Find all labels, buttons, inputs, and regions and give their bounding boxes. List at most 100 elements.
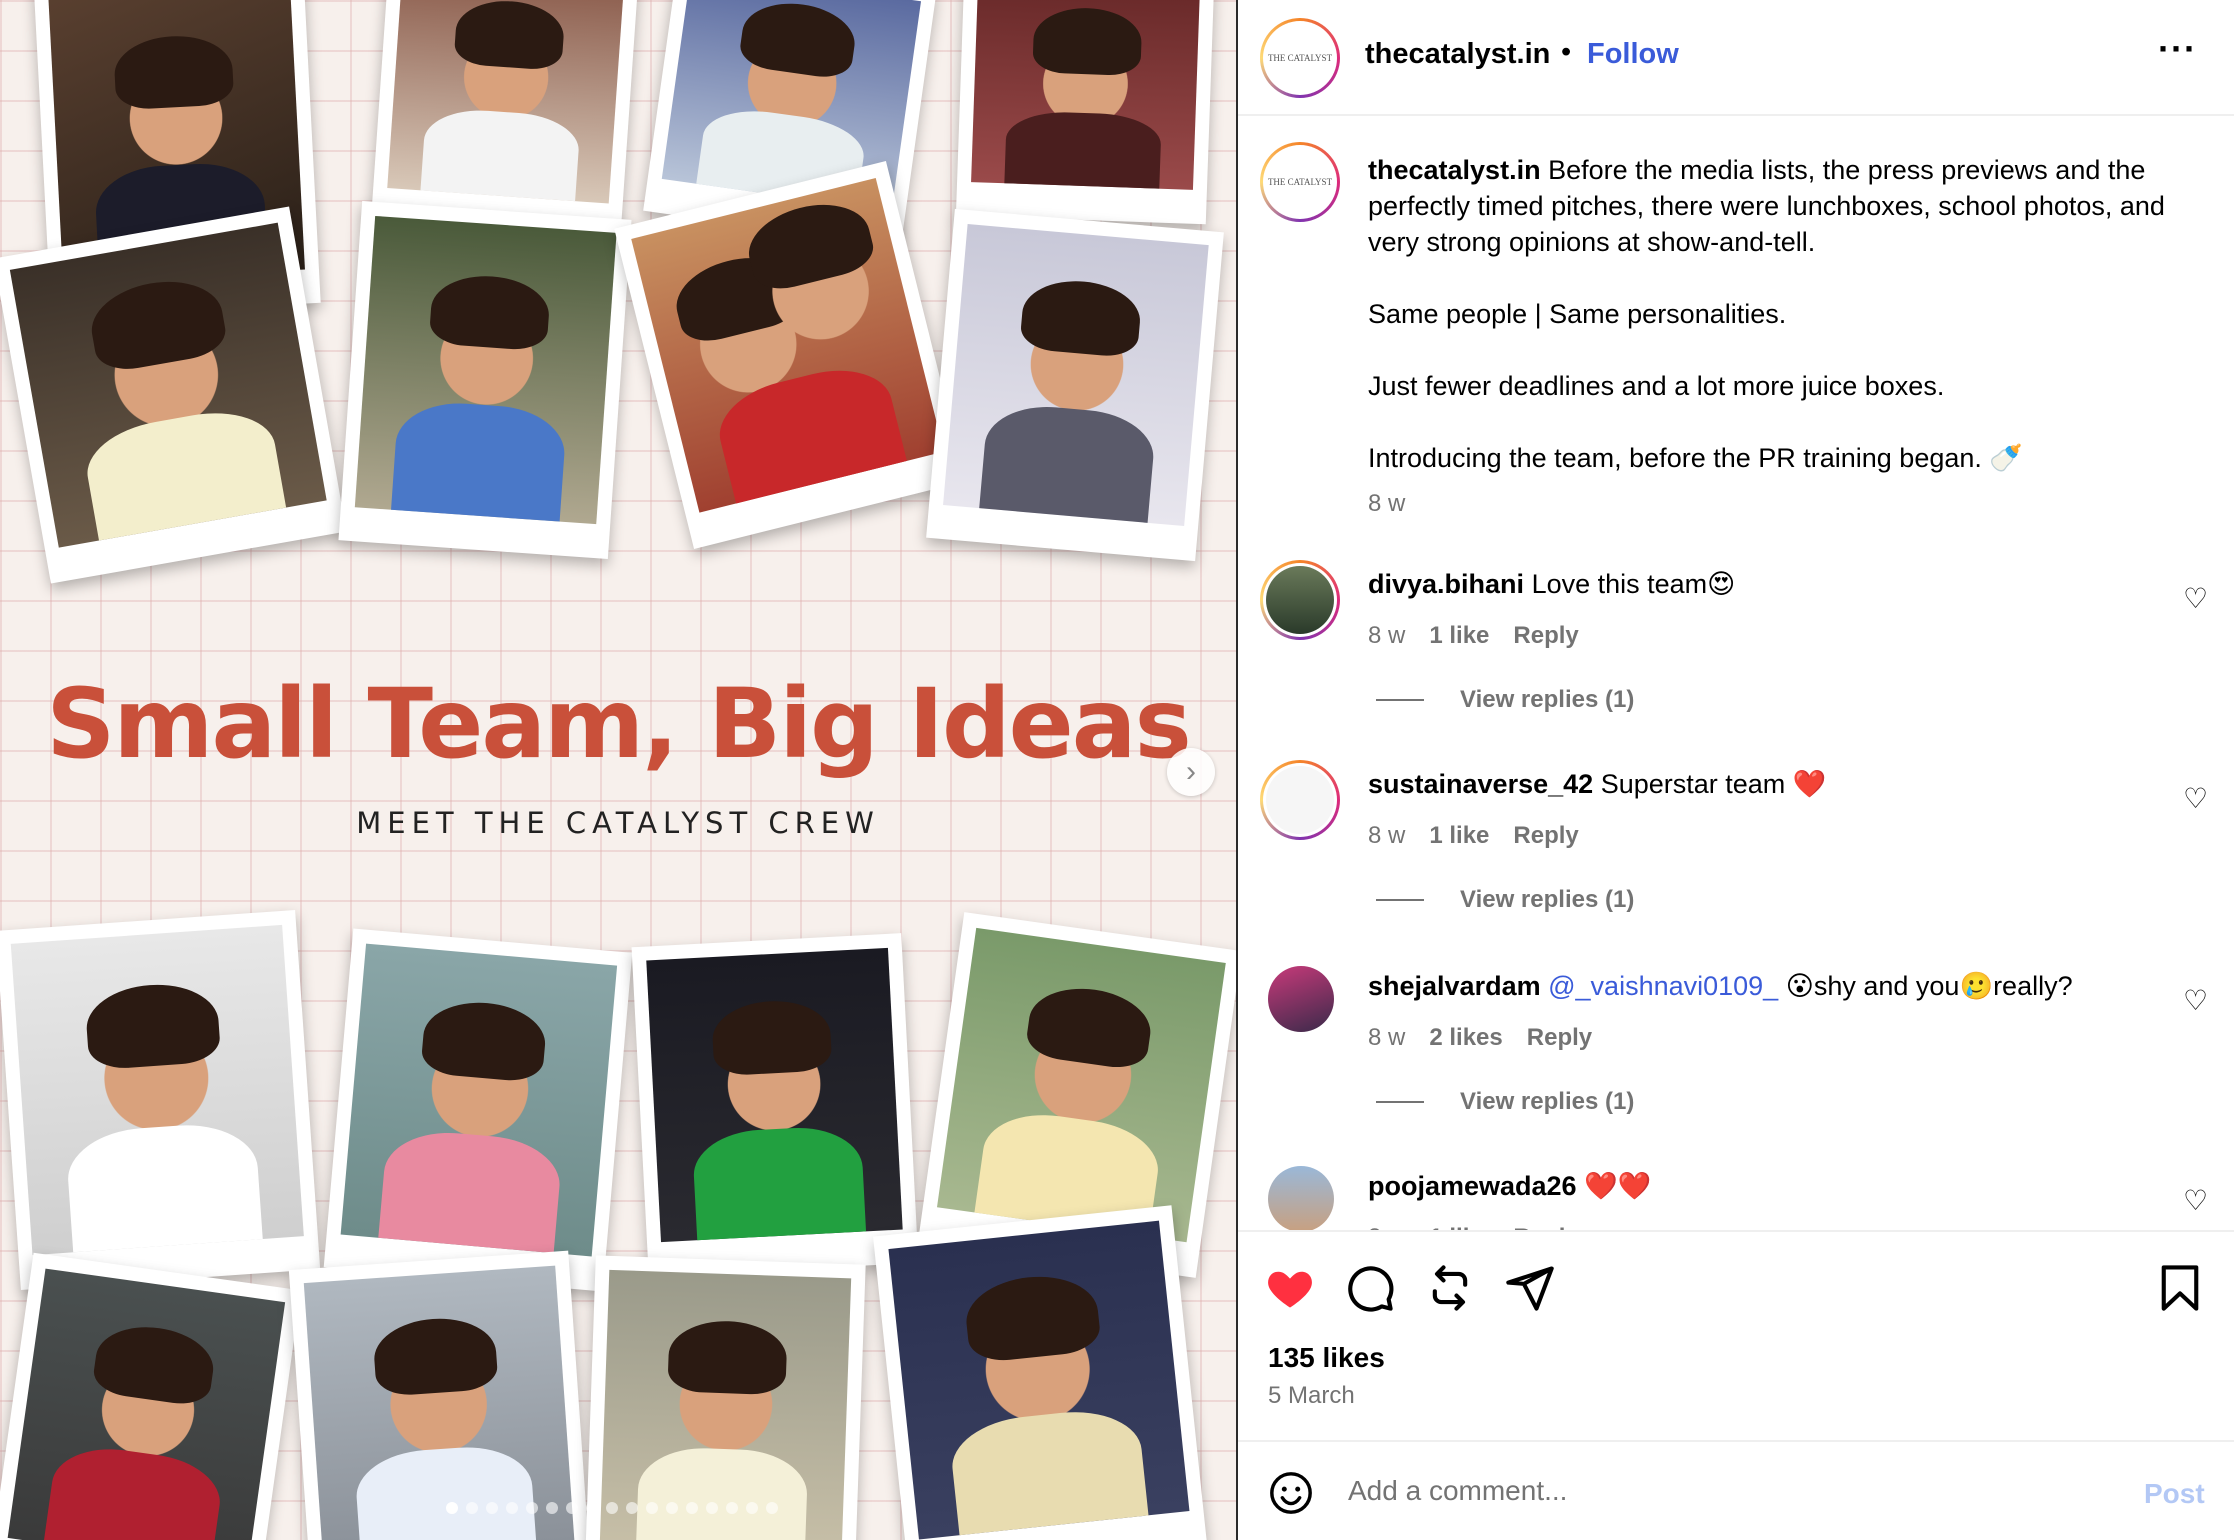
childhood-photo — [614, 161, 966, 549]
comment-timestamp: 8 w — [1368, 1220, 1405, 1230]
carousel-dot — [606, 1502, 618, 1514]
view-replies-button[interactable]: View replies (1) — [1376, 1088, 1634, 1116]
comments-scroll-area[interactable]: THE CATALYST thecatalyst.in Before the m… — [1238, 118, 2234, 1230]
caption-text: Just fewer deadlines and a lot more juic… — [1368, 371, 1945, 401]
carousel-dot — [466, 1502, 478, 1514]
likes-count[interactable]: 135 likes — [1268, 1342, 1385, 1374]
childhood-photo — [0, 206, 347, 584]
carousel-dot — [686, 1502, 698, 1514]
share-send-icon[interactable] — [1504, 1262, 1556, 1314]
carousel-dot — [546, 1502, 558, 1514]
commenter-avatar[interactable] — [1268, 1166, 1334, 1230]
post-comment-button[interactable]: Post — [2144, 1478, 2205, 1510]
post-media-carousel[interactable]: Small Team, Big Ideas MEET THE CATALYST … — [0, 0, 1236, 1540]
comment-timestamp: 8 w — [1368, 1024, 1406, 1051]
replies-line — [1376, 699, 1424, 701]
childhood-photo — [873, 1205, 1207, 1540]
comment-likes[interactable]: 1 like — [1429, 818, 1489, 854]
post-header: THE CATALYST thecatalyst.in • Follow ··· — [1238, 0, 2234, 116]
carousel-dot — [486, 1502, 498, 1514]
carousel-dot — [446, 1502, 458, 1514]
comment-likes[interactable]: 2 likes — [1429, 1020, 1502, 1056]
childhood-photo — [323, 928, 633, 1292]
post-actions: 135 likes 5 March — [1238, 1230, 2234, 1440]
replies-line — [1376, 899, 1424, 901]
comment-like-heart-icon[interactable]: ♡ — [2183, 1184, 2208, 1217]
carousel-dot — [766, 1502, 778, 1514]
comment-like-heart-icon[interactable]: ♡ — [2183, 582, 2208, 615]
caption-timestamp: 8 w — [1368, 490, 1406, 517]
childhood-photo — [370, 0, 640, 239]
carousel-dot — [746, 1502, 758, 1514]
carousel-dot — [706, 1502, 718, 1514]
carousel-dot — [586, 1502, 598, 1514]
caption-username[interactable]: thecatalyst.in — [1368, 155, 1541, 185]
follow-button[interactable]: Follow — [1587, 38, 1679, 71]
post-caption: thecatalyst.in Before the media lists, t… — [1368, 152, 2208, 522]
caption-text: Same people | Same personalities. — [1368, 299, 1787, 329]
more-options-icon[interactable]: ··· — [2158, 28, 2197, 70]
add-comment-bar: Post — [1238, 1440, 2234, 1540]
separator-dot: • — [1561, 36, 1572, 68]
comment-input[interactable] — [1348, 1466, 2048, 1516]
carousel-dot — [626, 1502, 638, 1514]
carousel-dot — [726, 1502, 738, 1514]
commenter-avatar[interactable] — [1260, 760, 1340, 840]
caption-avatar[interactable]: THE CATALYST — [1260, 142, 1340, 222]
reply-button[interactable]: Reply — [1513, 618, 1578, 654]
reply-button[interactable]: Reply — [1527, 1020, 1592, 1056]
comment-text: Superstar team ❤️ — [1600, 769, 1827, 799]
childhood-photo — [0, 909, 321, 1291]
commenter-username[interactable]: divya.bihani — [1368, 569, 1524, 599]
comment-like-heart-icon[interactable]: ♡ — [2183, 782, 2208, 815]
carousel-dot — [646, 1502, 658, 1514]
childhood-photo — [288, 1250, 592, 1540]
carousel-dot — [566, 1502, 578, 1514]
media-subhead: MEET THE CATALYST CREW — [356, 806, 880, 840]
comment-icon[interactable] — [1344, 1262, 1396, 1314]
comment-text: Love this team😍 — [1531, 569, 1736, 599]
emoji-icon[interactable] — [1268, 1470, 1314, 1516]
comment-like-heart-icon[interactable]: ♡ — [2183, 984, 2208, 1017]
caption-text: Introducing the team, before the PR trai… — [1368, 443, 2024, 473]
reply-button[interactable]: Reply — [1513, 818, 1578, 854]
comment-text: 😮shy and you🥲really? — [1778, 971, 2073, 1001]
childhood-photo — [631, 933, 919, 1277]
comment-likes[interactable]: 1 like — [1429, 618, 1489, 654]
view-replies-label: View replies (1) — [1460, 886, 1635, 913]
repost-icon[interactable] — [1424, 1262, 1476, 1314]
carousel-dot — [526, 1502, 538, 1514]
comment-timestamp: 8 w — [1368, 822, 1406, 849]
childhood-photo — [0, 1252, 301, 1540]
replies-line — [1376, 1101, 1424, 1103]
childhood-photo — [926, 208, 1224, 562]
media-headline: Small Team, Big Ideas — [46, 668, 1191, 780]
view-replies-label: View replies (1) — [1460, 686, 1635, 713]
comment-text: ❤️❤️ — [1584, 1171, 1652, 1201]
comment-timestamp: 8 w — [1368, 622, 1406, 649]
childhood-photo — [955, 0, 1215, 225]
commenter-username[interactable]: shejalvardam — [1368, 971, 1541, 1001]
chevron-right-icon: › — [1186, 755, 1196, 788]
commenter-avatar[interactable] — [1260, 560, 1340, 640]
comment-mention[interactable]: @_vaishnavi0109_ — [1548, 971, 1778, 1001]
post-detail-panel: THE CATALYST thecatalyst.in • Follow ···… — [1238, 0, 2234, 1540]
reply-button[interactable]: Reply — [1513, 1220, 1578, 1230]
childhood-photo — [338, 200, 632, 560]
carousel-next-button[interactable]: › — [1167, 748, 1215, 796]
commenter-username[interactable]: sustainaverse_42 — [1368, 769, 1593, 799]
childhood-photo — [584, 1255, 866, 1540]
commenter-avatar[interactable] — [1268, 966, 1334, 1032]
carousel-dot — [506, 1502, 518, 1514]
view-replies-button[interactable]: View replies (1) — [1376, 686, 1634, 714]
author-username[interactable]: thecatalyst.in — [1365, 38, 1550, 71]
author-avatar[interactable]: THE CATALYST — [1260, 18, 1340, 98]
bookmark-icon[interactable] — [2154, 1262, 2206, 1314]
commenter-username[interactable]: poojamewada26 — [1368, 1171, 1577, 1201]
like-heart-icon[interactable] — [1264, 1262, 1316, 1314]
view-replies-button[interactable]: View replies (1) — [1376, 886, 1634, 914]
view-replies-label: View replies (1) — [1460, 1088, 1635, 1115]
carousel-dot — [666, 1502, 678, 1514]
post-date: 5 March — [1268, 1382, 1355, 1409]
comment-likes[interactable]: 1 like — [1429, 1220, 1489, 1230]
